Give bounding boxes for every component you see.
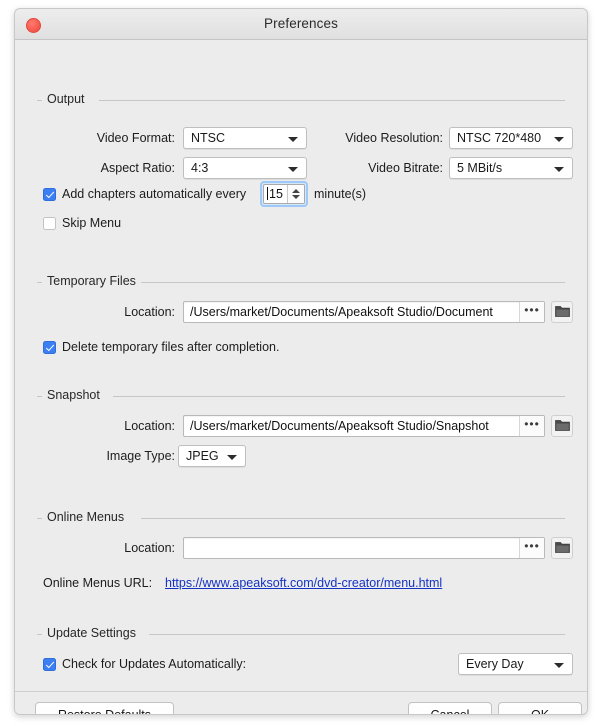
stepper-increment-icon[interactable] <box>292 189 300 193</box>
cancel-button[interactable]: Cancel <box>408 702 492 714</box>
chevron-down-icon <box>554 137 564 142</box>
input-temp-location-value: /Users/market/Documents/Apeaksoft Studio… <box>190 305 493 319</box>
stepper-chapter-minutes[interactable]: 15 <box>260 181 308 207</box>
group-label-online-menus: Online Menus <box>42 510 130 524</box>
checkbox-add-chapters[interactable] <box>43 188 56 201</box>
label-delete-temp-files: Delete temporary files after completion. <box>62 340 280 354</box>
snapshot-location-browse-dots-button[interactable]: ••• <box>519 416 544 436</box>
stepper-chapter-minutes-value-wrap[interactable]: 15 <box>264 185 287 203</box>
stepper-decrement-icon[interactable] <box>292 195 300 199</box>
stepper-buttons[interactable] <box>287 185 304 203</box>
preferences-body: Output Video Format: NTSC Video Resoluti… <box>15 40 587 714</box>
select-update-frequency[interactable]: Every Day <box>458 653 573 675</box>
label-check-updates: Check for Updates Automatically: <box>62 657 247 671</box>
label-video-bitrate: Video Bitrate: <box>368 161 443 175</box>
label-video-resolution: Video Resolution: <box>345 131 443 145</box>
group-label-output: Output <box>42 92 90 106</box>
select-update-frequency-value: Every Day <box>466 657 524 671</box>
select-image-type[interactable]: JPEG <box>178 445 246 467</box>
group-rule-right <box>141 518 565 519</box>
window-title: Preferences <box>264 16 338 31</box>
chevron-down-icon <box>227 455 237 460</box>
input-online-menus-location[interactable]: ••• <box>183 537 545 559</box>
select-video-bitrate-value: 5 MBit/s <box>457 161 503 175</box>
footer-divider <box>15 691 587 692</box>
group-label-update-settings: Update Settings <box>42 626 141 640</box>
online-menus-browse-dots-button[interactable]: ••• <box>519 538 544 558</box>
label-video-format: Video Format: <box>96 131 175 145</box>
input-snapshot-location[interactable]: /Users/market/Documents/Apeaksoft Studio… <box>183 415 545 437</box>
stepper-chapter-minutes-inner[interactable]: 15 <box>263 184 305 204</box>
temp-location-folder-button[interactable] <box>551 301 573 323</box>
link-online-menus-url[interactable]: https://www.apeaksoft.com/dvd-creator/me… <box>165 576 442 590</box>
select-video-resolution-value: NTSC 720*480 <box>457 131 542 145</box>
ok-button[interactable]: OK <box>498 702 582 714</box>
group-label-snapshot: Snapshot <box>42 388 105 402</box>
select-image-type-value: JPEG <box>186 449 219 463</box>
input-snapshot-location-value: /Users/market/Documents/Apeaksoft Studio… <box>190 419 489 433</box>
folder-icon <box>554 306 570 317</box>
temp-location-browse-dots-button[interactable]: ••• <box>519 302 544 322</box>
window-titlebar: Preferences <box>15 9 587 40</box>
group-rule-right <box>99 100 565 101</box>
label-minutes-unit: minute(s) <box>314 187 367 201</box>
preferences-window: Preferences Output Video Format: NTSC Vi… <box>14 8 588 715</box>
label-skip-menu: Skip Menu <box>62 216 122 230</box>
group-rule-right <box>149 634 565 635</box>
group-label-temporary-files: Temporary Files <box>42 274 141 288</box>
select-video-resolution[interactable]: NTSC 720*480 <box>449 127 573 149</box>
snapshot-location-folder-button[interactable] <box>551 415 573 437</box>
online-menus-folder-button[interactable] <box>551 537 573 559</box>
select-video-bitrate[interactable]: 5 MBit/s <box>449 157 573 179</box>
group-rule-right <box>113 396 565 397</box>
chevron-down-icon <box>554 663 564 668</box>
label-add-chapters: Add chapters automatically every <box>62 187 247 201</box>
checkbox-check-updates[interactable] <box>43 658 56 671</box>
label-aspect-ratio: Aspect Ratio: <box>100 161 175 175</box>
text-caret <box>267 187 268 200</box>
label-online-menus-location: Location: <box>124 541 175 555</box>
group-rule-right <box>141 282 565 283</box>
input-temp-location[interactable]: /Users/market/Documents/Apeaksoft Studio… <box>183 301 545 323</box>
checkbox-delete-temp-files[interactable] <box>43 341 56 354</box>
label-online-menus-url: Online Menus URL: <box>43 576 153 590</box>
folder-icon <box>554 420 570 431</box>
restore-defaults-button[interactable]: Restore Defaults <box>35 702 174 714</box>
checkbox-skip-menu[interactable] <box>43 217 56 230</box>
stepper-chapter-minutes-value: 15 <box>269 187 283 201</box>
chevron-down-icon <box>554 167 564 172</box>
label-snapshot-location: Location: <box>124 419 175 433</box>
label-temp-location: Location: <box>124 305 175 319</box>
label-image-type: Image Type: <box>106 449 175 463</box>
folder-icon <box>554 542 570 553</box>
screenshot-root: Preferences Output Video Format: NTSC Vi… <box>0 0 600 726</box>
